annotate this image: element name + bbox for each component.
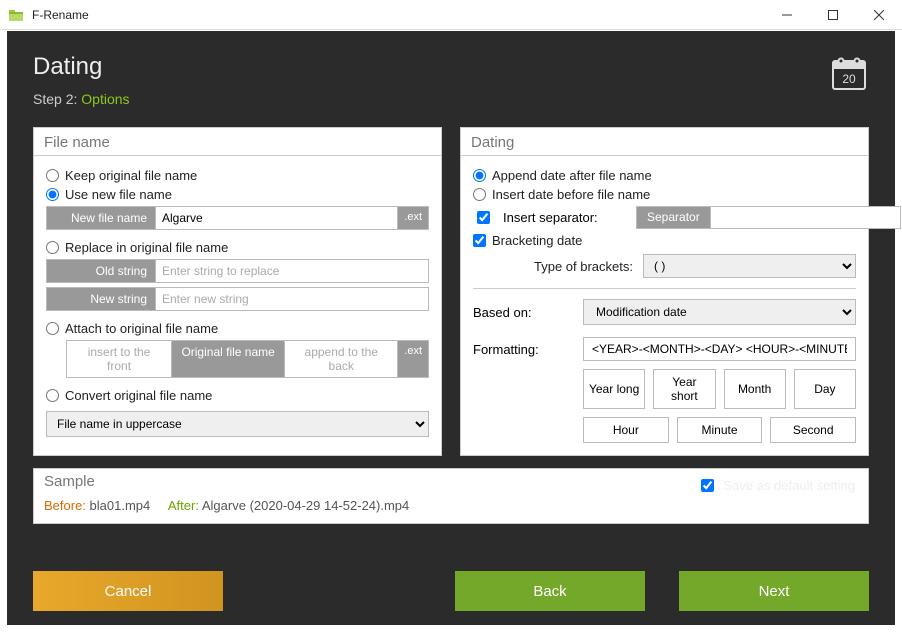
calendar-icon: 20 — [829, 53, 869, 96]
radio-insert-before-label: Insert date before file name — [492, 187, 650, 202]
fmt-second-button[interactable]: Second — [770, 417, 856, 443]
dating-panel-title: Dating — [461, 128, 868, 156]
radio-append-after-label: Append date after file name — [492, 168, 652, 183]
convert-select[interactable]: File name in uppercase — [46, 411, 429, 437]
type-brackets-label: Type of brackets: — [473, 259, 633, 274]
filename-panel-title: File name — [34, 128, 441, 156]
step-name: Options — [81, 91, 129, 107]
radio-use-new-label: Use new file name — [65, 187, 172, 202]
check-insert-separator[interactable] — [477, 211, 490, 224]
save-default-checkbox[interactable]: Save as default setting — [697, 472, 855, 495]
sample-after-label: After: — [168, 498, 199, 513]
radio-keep-original[interactable]: Keep original file name — [46, 168, 429, 183]
brackets-select[interactable]: ( ) — [643, 254, 856, 278]
radio-append-after[interactable]: Append date after file name — [473, 168, 856, 183]
radio-convert[interactable]: Convert original file name — [46, 388, 429, 403]
radio-insert-before[interactable]: Insert date before file name — [473, 187, 856, 202]
page-title: Dating — [33, 53, 869, 81]
svg-text:20: 20 — [842, 72, 856, 86]
fmt-year-short-button[interactable]: Year short — [653, 369, 715, 409]
attach-orig-seg: Original file name — [171, 340, 285, 378]
formatting-input[interactable] — [583, 337, 856, 361]
new-string-label: New string — [46, 287, 156, 311]
app-icon — [8, 7, 24, 23]
formatting-label: Formatting: — [473, 342, 573, 357]
next-button[interactable]: Next — [679, 571, 869, 611]
save-default-label: Save as default setting — [723, 478, 855, 493]
new-file-label: New file name — [46, 206, 156, 230]
fmt-year-long-button[interactable]: Year long — [583, 369, 645, 409]
window-title: F-Rename — [32, 8, 764, 22]
filename-panel: File name Keep original file name Use ne… — [33, 127, 442, 456]
radio-replace[interactable]: Replace in original file name — [46, 240, 429, 255]
fmt-day-button[interactable]: Day — [794, 369, 856, 409]
ext-chip: .ext — [398, 206, 429, 230]
attach-back-seg[interactable]: append to the back — [285, 340, 398, 378]
insert-separator-label: Insert separator: — [503, 210, 598, 225]
fmt-hour-button[interactable]: Hour — [583, 417, 669, 443]
close-button[interactable] — [856, 0, 902, 30]
sample-before-label: Before: — [44, 498, 86, 513]
radio-attach[interactable]: Attach to original file name — [46, 321, 429, 336]
minimize-button[interactable] — [764, 0, 810, 30]
radio-attach-label: Attach to original file name — [65, 321, 218, 336]
separator-input[interactable] — [711, 206, 901, 229]
separator-chip: Separator — [636, 206, 711, 229]
based-on-select[interactable]: Modification date — [583, 299, 856, 325]
based-on-label: Based on: — [473, 305, 573, 320]
radio-convert-label: Convert original file name — [65, 388, 212, 403]
old-string-input[interactable] — [156, 259, 429, 283]
fmt-minute-button[interactable]: Minute — [677, 417, 763, 443]
bracketing-label: Bracketing date — [492, 233, 582, 248]
back-button[interactable]: Back — [455, 571, 645, 611]
old-string-label: Old string — [46, 259, 156, 283]
fmt-month-button[interactable]: Month — [724, 369, 786, 409]
check-bracketing[interactable]: Bracketing date — [473, 233, 856, 248]
attach-front-seg[interactable]: insert to the front — [66, 340, 171, 378]
step-number: Step 2: — [33, 91, 81, 107]
new-string-input[interactable] — [156, 287, 429, 311]
sample-after-value: Algarve (2020-04-29 14-52-24).mp4 — [202, 498, 409, 513]
radio-keep-original-label: Keep original file name — [65, 168, 197, 183]
dating-panel: Dating Append date after file name Inser… — [460, 127, 869, 456]
window-titlebar: F-Rename — [0, 0, 902, 30]
new-file-input[interactable] — [156, 206, 398, 230]
radio-use-new[interactable]: Use new file name — [46, 187, 429, 202]
radio-replace-label: Replace in original file name — [65, 240, 228, 255]
maximize-button[interactable] — [810, 0, 856, 30]
cancel-button[interactable]: Cancel — [33, 571, 223, 611]
attach-ext-chip: .ext — [398, 340, 429, 378]
sample-before-value: bla01.mp4 — [90, 498, 151, 513]
